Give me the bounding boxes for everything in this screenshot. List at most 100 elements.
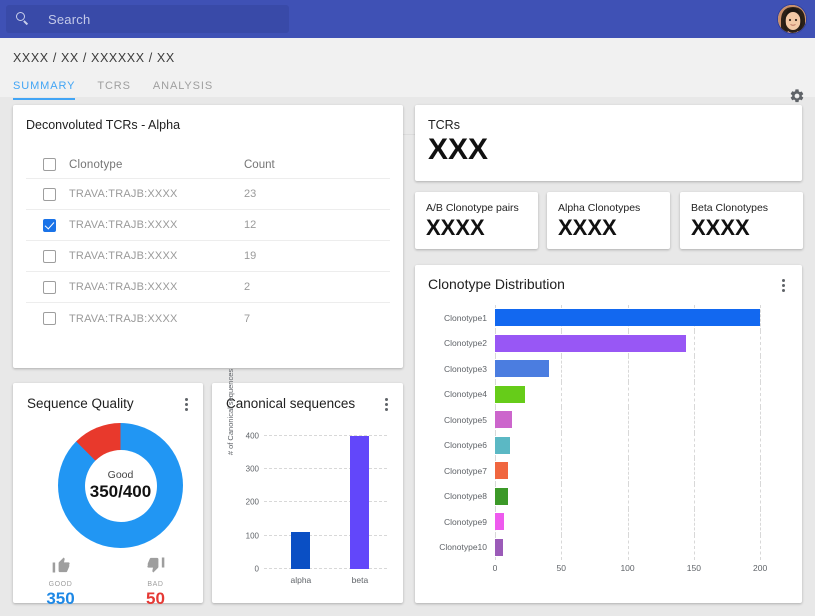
table-row[interactable]: TRAVA:TRAJB:XXXX 23	[26, 179, 390, 210]
breadcrumb[interactable]: XXXX / XX / XXXXXX / XX	[13, 51, 175, 65]
gridline	[628, 382, 629, 408]
bar-category-label: Clonotype1	[415, 313, 495, 323]
alpha-clonotypes-label: Alpha Clonotypes	[558, 202, 640, 214]
tab-summary[interactable]: SUMMARY	[13, 80, 75, 100]
sequence-quality-donut-chart: Good 350/400	[58, 423, 183, 548]
y-axis-tick: 400	[246, 431, 259, 440]
kebab-menu-icon[interactable]	[179, 396, 193, 412]
table-row[interactable]: TRAVA:TRAJB:XXXX 7	[26, 303, 390, 334]
row-count: 23	[244, 188, 256, 200]
gridline	[694, 535, 695, 561]
bar-track	[495, 509, 780, 535]
sequence-quality-card: Sequence Quality Good 350/400 GOOD 350 B…	[13, 383, 203, 603]
gridline	[694, 407, 695, 433]
row-clonotype: TRAVA:TRAJB:XXXX	[69, 188, 244, 200]
bar-category-label: Clonotype2	[415, 338, 495, 348]
bar[interactable]	[495, 309, 760, 326]
thumbs-down-icon	[145, 555, 167, 575]
bar-row: Clonotype9	[415, 509, 802, 535]
row-clonotype: TRAVA:TRAJB:XXXX	[69, 313, 244, 325]
gridline	[561, 382, 562, 408]
row-count: 2	[244, 281, 250, 293]
bar[interactable]	[495, 488, 508, 505]
row-checkbox[interactable]	[43, 250, 56, 263]
table-row[interactable]: TRAVA:TRAJB:XXXX 12	[26, 210, 390, 241]
deconvoluted-tcrs-table: Clonotype Count TRAVA:TRAJB:XXXX 23 TRAV…	[26, 151, 390, 334]
bar-track	[495, 356, 780, 382]
row-checkbox[interactable]	[43, 219, 56, 232]
bar[interactable]	[495, 411, 512, 428]
donut-center-label: Good	[108, 469, 134, 481]
gridline	[628, 484, 629, 510]
row-count: 19	[244, 250, 256, 262]
bar-row: Clonotype1	[415, 305, 802, 331]
bar-track	[495, 458, 780, 484]
gridline	[628, 356, 629, 382]
gridline	[760, 382, 761, 408]
gridline	[628, 407, 629, 433]
bad-quality-stat: BAD 50	[121, 555, 191, 609]
gridline	[628, 433, 629, 459]
bar[interactable]	[291, 532, 310, 569]
gridline	[561, 433, 562, 459]
gear-icon[interactable]	[789, 88, 805, 104]
bar[interactable]	[495, 539, 503, 556]
gridline	[561, 407, 562, 433]
kebab-menu-icon[interactable]	[776, 277, 790, 293]
bar[interactable]	[495, 386, 525, 403]
column-header-count: Count	[244, 159, 275, 171]
bar-category-label: Clonotype7	[415, 466, 495, 476]
table-row[interactable]: TRAVA:TRAJB:XXXX 19	[26, 241, 390, 272]
x-axis-tick: 150	[687, 563, 701, 573]
gridline	[628, 509, 629, 535]
x-axis-category-label: beta	[352, 575, 369, 585]
good-quality-stat: GOOD 350	[26, 555, 96, 609]
gridline	[561, 484, 562, 510]
gridline	[760, 305, 761, 331]
thumbs-up-icon	[50, 555, 72, 575]
bar-category-label: Clonotype3	[415, 364, 495, 374]
bar[interactable]	[495, 360, 549, 377]
tab-tcrs[interactable]: TCRS	[97, 80, 131, 100]
gridline	[694, 484, 695, 510]
top-app-bar: Search	[0, 0, 815, 38]
y-axis-tick: 100	[246, 531, 259, 540]
gridline	[561, 458, 562, 484]
bar[interactable]	[350, 436, 369, 569]
bar[interactable]	[495, 462, 508, 479]
bar-row: Clonotype3	[415, 356, 802, 382]
bar[interactable]	[495, 335, 686, 352]
avatar[interactable]	[777, 4, 807, 34]
search-icon	[16, 12, 30, 26]
row-checkbox[interactable]	[43, 281, 56, 294]
clonotype-distribution-card: Clonotype Distribution Clonotype1Clonoty…	[415, 265, 802, 603]
tcrs-stat-value: XXX	[428, 133, 488, 167]
x-axis: 050100150200	[495, 560, 780, 576]
tcrs-stat-card: TCRs XXX	[415, 105, 802, 181]
gridline	[694, 382, 695, 408]
gridline	[694, 433, 695, 459]
table-row[interactable]: TRAVA:TRAJB:XXXX 2	[26, 272, 390, 303]
page-header: XXXX / XX / XXXXXX / XX SUMMARY TCRS ANA…	[0, 38, 815, 97]
bar[interactable]	[495, 437, 510, 454]
gridline	[760, 356, 761, 382]
x-axis-tick: 100	[620, 563, 634, 573]
gridline	[561, 356, 562, 382]
bad-value: 50	[121, 589, 191, 609]
row-checkbox[interactable]	[43, 188, 56, 201]
gridline	[760, 509, 761, 535]
gridline	[628, 458, 629, 484]
tab-analysis[interactable]: ANALYSIS	[153, 80, 213, 100]
bar-category-label: Clonotype4	[415, 389, 495, 399]
kebab-menu-icon[interactable]	[379, 396, 393, 412]
bar-row: Clonotype10	[415, 535, 802, 561]
tab-bar: SUMMARY TCRS ANALYSIS	[13, 80, 213, 100]
select-all-checkbox[interactable]	[43, 158, 56, 171]
y-axis-tick: 0	[255, 565, 259, 574]
bar[interactable]	[495, 513, 504, 530]
search-input[interactable]: Search	[6, 5, 289, 33]
bar-category-label: Clonotype5	[415, 415, 495, 425]
bar-track	[495, 484, 780, 510]
bar-track	[495, 407, 780, 433]
row-checkbox[interactable]	[43, 312, 56, 325]
